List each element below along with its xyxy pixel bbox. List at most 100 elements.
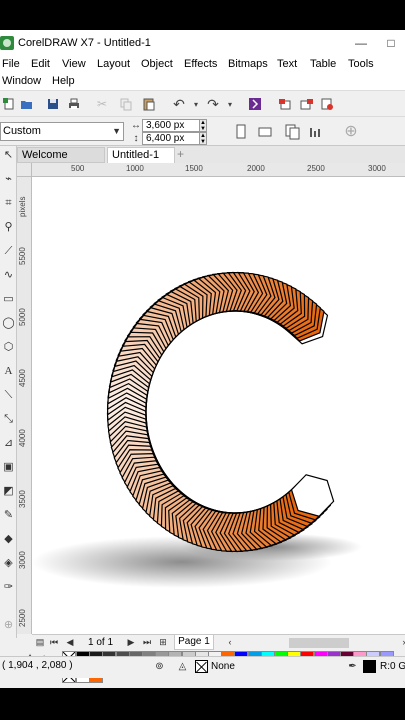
- height-spinner[interactable]: ▲ ▼: [200, 132, 207, 145]
- ruler-label: 1500: [185, 164, 203, 173]
- height-row: ↕ 6,400 px ▲ ▼: [130, 132, 207, 145]
- vertical-ruler[interactable]: 5500 5000 4500 4000 3500 3000 2500 pixel…: [17, 177, 32, 634]
- ruler-label: 4500: [18, 369, 27, 387]
- polygon-tool-icon[interactable]: ⬡: [1, 340, 16, 355]
- portrait-icon[interactable]: [232, 123, 250, 141]
- crop-tool-icon[interactable]: ⌗: [1, 196, 16, 211]
- menu-file[interactable]: File: [2, 56, 20, 72]
- undo-dropdown-icon[interactable]: ▾: [187, 95, 205, 113]
- outline-pen-icon[interactable]: ✒: [346, 660, 359, 673]
- undo-icon[interactable]: ↶: [170, 95, 188, 113]
- cursor-coordinates: ( 1,904 , 2,080 ): [2, 660, 73, 671]
- horizontal-ruler[interactable]: 500 1000 1500 2000 2500 3000: [32, 163, 405, 177]
- all-pages-icon[interactable]: [284, 123, 302, 141]
- tab-untitled-1[interactable]: Untitled-1: [107, 147, 175, 163]
- add-page-icon[interactable]: ⊞: [157, 636, 169, 649]
- tab-welcome-screen[interactable]: Welcome Screen: [17, 147, 105, 176]
- paste-icon[interactable]: [140, 95, 158, 113]
- menu-view[interactable]: View: [62, 56, 86, 72]
- coreldraw-app-icon: [0, 36, 14, 50]
- zoom-tool-icon[interactable]: ⚲: [1, 220, 16, 235]
- parallel-dimension-icon[interactable]: ⟍: [1, 388, 16, 403]
- add-tab-button[interactable]: +: [177, 148, 189, 160]
- first-page-icon[interactable]: ⏮: [48, 636, 60, 649]
- ruler-label: 3000: [18, 551, 27, 569]
- cut-icon[interactable]: ✂: [93, 95, 111, 113]
- units-icon[interactable]: [307, 123, 325, 141]
- menu-object[interactable]: Object: [141, 56, 173, 72]
- ruler-label: 3500: [18, 490, 27, 508]
- save-icon[interactable]: [44, 95, 62, 113]
- menu-effects[interactable]: Effects: [184, 56, 217, 72]
- menu-table[interactable]: Table: [310, 56, 336, 72]
- rectangle-tool-icon[interactable]: ▭: [1, 292, 16, 307]
- width-spinner[interactable]: ▲ ▼: [200, 119, 207, 132]
- page-settings-icon[interactable]: ▤: [34, 636, 46, 649]
- ellipse-tool-icon[interactable]: ◯: [1, 316, 16, 331]
- page-width-field[interactable]: 3,600 px: [142, 119, 200, 132]
- open-icon[interactable]: [18, 95, 36, 113]
- freehand-tool-icon[interactable]: ⟋: [1, 244, 16, 259]
- scrollbar-thumb[interactable]: [289, 638, 349, 648]
- scroll-left-icon[interactable]: ‹: [224, 636, 236, 649]
- shape-tool-icon[interactable]: ⌁: [1, 172, 16, 187]
- new-icon[interactable]: [0, 95, 18, 113]
- outline-label: R:0 G:0: [380, 661, 405, 672]
- add-tool-icon[interactable]: ⊕: [1, 618, 16, 633]
- smart-fill-icon[interactable]: ◈: [1, 556, 16, 571]
- interactive-fill-icon[interactable]: ◆: [1, 532, 16, 547]
- pick-tool-icon[interactable]: ↖: [1, 148, 16, 163]
- outline-color-swatch[interactable]: [363, 660, 376, 673]
- blend-tool-icon[interactable]: ⊿: [1, 436, 16, 451]
- print-icon[interactable]: [65, 95, 83, 113]
- color-eyedropper-icon[interactable]: ✎: [1, 508, 16, 523]
- landscape-icon[interactable]: [256, 123, 274, 141]
- menu-layout[interactable]: Layout: [97, 56, 130, 72]
- fill-bucket-icon[interactable]: ◬: [176, 660, 189, 673]
- transparency-icon[interactable]: ◩: [1, 484, 16, 499]
- drawing-canvas[interactable]: [32, 177, 405, 634]
- menu-text[interactable]: Text: [277, 56, 297, 72]
- menu-tools[interactable]: Tools: [348, 56, 374, 72]
- outline-pen-icon[interactable]: ✑: [1, 580, 16, 595]
- import-icon[interactable]: [276, 95, 294, 113]
- document-tabs: Welcome Screen Untitled-1 +: [17, 146, 405, 176]
- menu-bitmaps[interactable]: Bitmaps: [228, 56, 268, 72]
- ruler-label: 1000: [126, 164, 144, 173]
- redo-icon[interactable]: ↷: [204, 95, 222, 113]
- page-height-field[interactable]: 6,400 px: [142, 132, 200, 145]
- ruler-origin[interactable]: [17, 163, 32, 177]
- maximize-button[interactable]: □: [378, 30, 404, 56]
- corel-connect-icon[interactable]: [246, 95, 264, 113]
- drop-shadow-icon[interactable]: ▣: [1, 460, 16, 475]
- fill-label: None: [211, 661, 235, 672]
- menu-help[interactable]: Help: [52, 73, 75, 89]
- menu-bar: File Edit View Layout Object Effects Bit…: [0, 56, 405, 90]
- width-row: ↔ 3,600 px ▲ ▼: [130, 119, 207, 132]
- page-preset-select[interactable]: Custom ▼: [0, 122, 124, 141]
- scroll-right-icon[interactable]: ›: [398, 636, 405, 649]
- minimize-button[interactable]: —: [348, 30, 374, 56]
- next-page-icon[interactable]: ▶: [125, 636, 137, 649]
- horizontal-scrollbar[interactable]: [237, 638, 397, 648]
- add-preset-icon[interactable]: ⊕: [342, 122, 360, 140]
- page-tab[interactable]: Page 1: [174, 635, 214, 650]
- redo-dropdown-icon[interactable]: ▾: [221, 95, 239, 113]
- fill-none-swatch[interactable]: [195, 660, 208, 673]
- connector-tool-icon[interactable]: ⤡: [1, 412, 16, 427]
- menu-edit[interactable]: Edit: [31, 56, 50, 72]
- coreldraw-window: CorelDRAW X7 - Untitled-1 — □ File Edit …: [0, 30, 405, 688]
- prev-page-icon[interactable]: ◀: [64, 636, 76, 649]
- copy-icon[interactable]: [117, 95, 135, 113]
- text-tool-icon[interactable]: A: [1, 364, 16, 379]
- menu-window[interactable]: Window: [2, 73, 41, 89]
- title-bar: CorelDRAW X7 - Untitled-1 — □: [0, 30, 405, 56]
- hexagon-blend: [106, 271, 335, 553]
- publish-pdf-icon[interactable]: [318, 95, 336, 113]
- ruler-label: 5000: [18, 308, 27, 326]
- artistic-media-icon[interactable]: ∿: [1, 268, 16, 283]
- export-icon[interactable]: [298, 95, 316, 113]
- c-letter-artwork[interactable]: [32, 177, 405, 634]
- last-page-icon[interactable]: ⏭: [141, 636, 153, 649]
- snap-icon[interactable]: ⊚: [153, 660, 166, 673]
